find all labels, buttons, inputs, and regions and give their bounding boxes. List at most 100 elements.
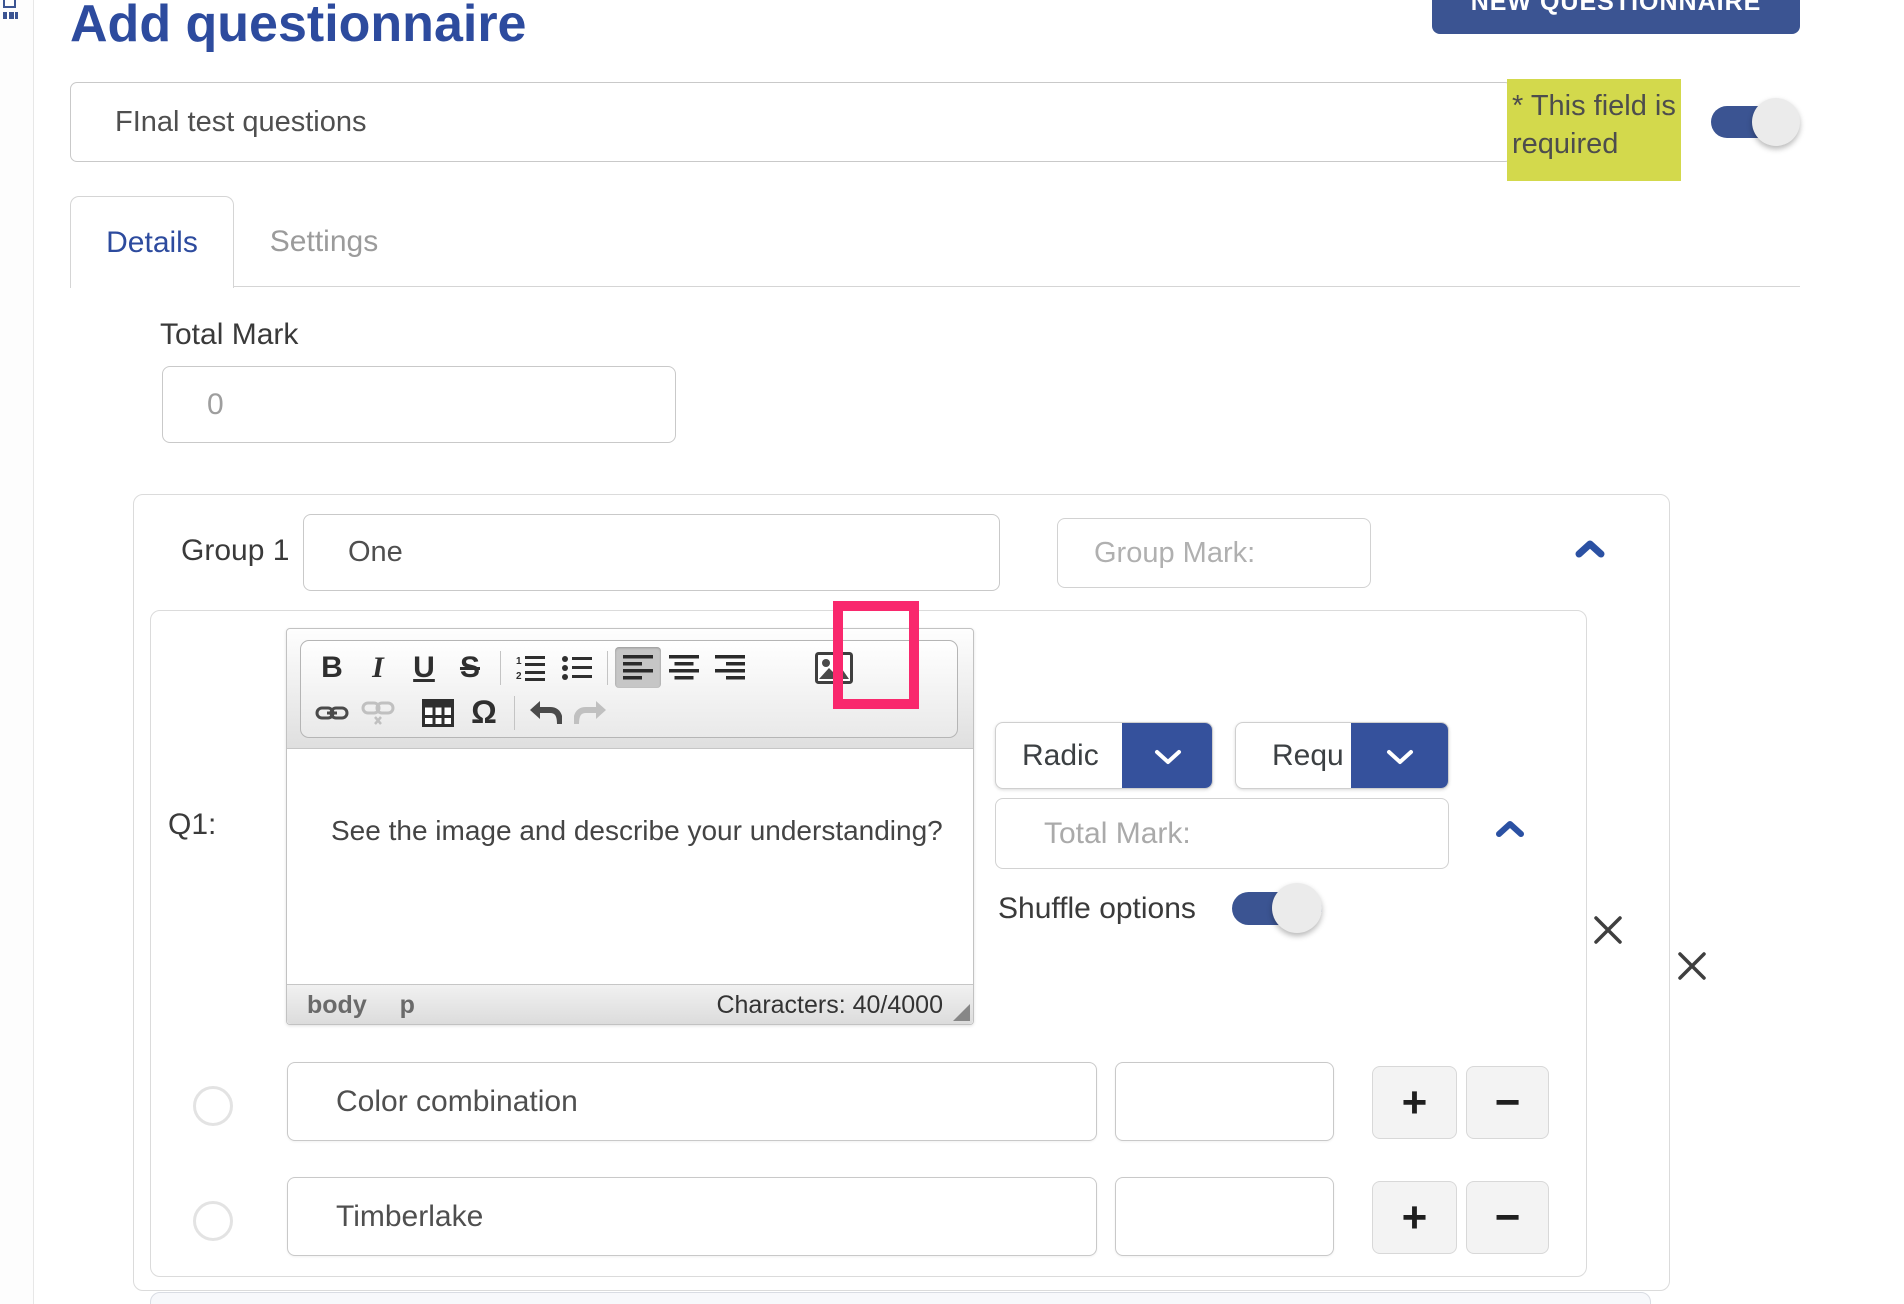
close-icon <box>1674 948 1710 984</box>
redo-icon <box>574 700 608 726</box>
align-left-icon <box>623 655 653 681</box>
group-collapse-button[interactable] <box>1568 532 1612 566</box>
next-question-collapsed-strip[interactable] <box>150 1292 1651 1304</box>
character-counter: Characters: 40/4000 <box>716 991 943 1020</box>
minus-icon: − <box>1495 1078 1521 1128</box>
numbered-list-button[interactable]: 1 2 <box>508 647 554 688</box>
underline-button[interactable]: U <box>401 647 447 688</box>
unlink-icon[interactable] <box>355 692 401 733</box>
element-path-body[interactable]: body <box>307 991 367 1019</box>
option-radio[interactable] <box>193 1086 233 1126</box>
minus-icon: − <box>1495 1193 1521 1243</box>
strikethrough-glyph: S <box>460 651 480 685</box>
bold-button[interactable]: B <box>309 647 355 688</box>
italic-button[interactable]: I <box>355 647 401 688</box>
sidebar-app-icon-part <box>3 12 18 19</box>
option-text-input[interactable] <box>287 1177 1097 1256</box>
close-icon <box>1590 912 1626 948</box>
element-path-p[interactable]: p <box>400 991 415 1019</box>
option-radio[interactable] <box>193 1201 233 1241</box>
svg-text:2: 2 <box>516 671 522 681</box>
toggle-knob <box>1272 883 1322 933</box>
new-questionnaire-button-label: NEW QUESTIONNAIRE <box>1471 0 1762 17</box>
question-total-mark-input[interactable] <box>995 798 1449 869</box>
special-character-button[interactable]: Ω <box>461 692 507 733</box>
required-dropdown-button[interactable] <box>1351 722 1449 789</box>
redo-icon-button[interactable] <box>568 692 614 733</box>
required-field-tooltip: * This field is required <box>1507 79 1681 181</box>
remove-option-button[interactable]: − <box>1466 1066 1549 1139</box>
question-label: Q1: <box>168 808 216 842</box>
chevron-down-icon <box>1386 749 1414 765</box>
align-center-button[interactable] <box>661 647 707 688</box>
remove-question-button[interactable] <box>1588 910 1628 950</box>
table-icon <box>422 699 454 727</box>
italic-glyph: I <box>372 651 384 685</box>
align-right-icon <box>715 655 745 681</box>
unlink-icon <box>361 701 395 725</box>
question-collapse-button[interactable] <box>1488 812 1532 846</box>
plus-icon: + <box>1402 1193 1428 1243</box>
question-text-editor[interactable]: See the image and describe your understa… <box>287 749 973 986</box>
toolbar-separator <box>607 651 608 685</box>
total-mark-input[interactable] <box>162 366 676 443</box>
total-mark-label: Total Mark <box>160 318 298 352</box>
strikethrough-button[interactable]: S <box>447 647 493 688</box>
toolbar-separator <box>514 696 515 730</box>
align-right-button[interactable] <box>707 647 753 688</box>
undo-icon <box>528 700 562 726</box>
group-label: Group 1 <box>181 534 289 568</box>
chevron-up-icon <box>1575 539 1605 559</box>
align-center-icon <box>669 655 699 681</box>
sidebar-app-icon-part <box>3 0 16 8</box>
toolbar-separator <box>500 651 501 685</box>
numbered-list-icon: 1 2 <box>516 655 546 681</box>
plus-icon: + <box>1402 1078 1428 1128</box>
question-type-dropdown-button[interactable] <box>1122 722 1213 789</box>
sidebar-app-icon[interactable] <box>3 0 19 22</box>
collapsed-sidebar <box>0 0 34 1304</box>
element-path[interactable]: body p <box>307 991 415 1020</box>
align-left-button[interactable] <box>615 647 661 688</box>
question-type-dropdown[interactable]: Radic <box>995 722 1213 789</box>
bold-glyph: B <box>321 651 343 685</box>
page-title: Add questionnaire <box>70 0 526 54</box>
group-name-input[interactable] <box>303 514 1000 591</box>
questionnaire-name-input[interactable] <box>70 82 1512 162</box>
add-option-button[interactable]: + <box>1372 1066 1457 1139</box>
bulleted-list-button[interactable] <box>554 647 600 688</box>
bulleted-list-icon <box>562 655 592 681</box>
table-button[interactable] <box>415 692 461 733</box>
required-dropdown[interactable]: Requ <box>1235 722 1449 789</box>
option-text-input[interactable] <box>287 1062 1097 1141</box>
tab-details-label: Details <box>106 226 198 260</box>
editor-status-bar: body p Characters: 40/4000 <box>287 984 973 1024</box>
link-button[interactable] <box>309 692 355 733</box>
question-type-value: Radic <box>996 723 1124 788</box>
option-mark-input[interactable] <box>1115 1062 1334 1141</box>
shuffle-options-label: Shuffle options <box>998 892 1196 926</box>
tab-settings[interactable]: Settings <box>234 196 414 288</box>
remove-group-button[interactable] <box>1672 946 1712 986</box>
new-questionnaire-button[interactable]: NEW QUESTIONNAIRE <box>1432 0 1800 34</box>
required-value: Requ <box>1236 723 1353 788</box>
tabs-divider <box>234 286 1800 287</box>
question-text: See the image and describe your understa… <box>331 815 943 846</box>
add-questionnaire-page: Add questionnaire NEW QUESTIONNAIRE * Th… <box>0 0 1904 1304</box>
add-option-button[interactable]: + <box>1372 1181 1457 1254</box>
svg-text:1: 1 <box>516 656 522 667</box>
link-icon <box>315 704 349 722</box>
editor-resize-handle[interactable] <box>953 1004 970 1021</box>
chevron-up-icon <box>1496 820 1524 838</box>
chevron-down-icon <box>1154 749 1182 765</box>
tab-details[interactable]: Details <box>70 196 234 288</box>
underline-glyph: U <box>413 651 435 685</box>
omega-icon: Ω <box>471 694 497 731</box>
remove-option-button[interactable]: − <box>1466 1181 1549 1254</box>
undo-button[interactable] <box>522 692 568 733</box>
option-mark-input[interactable] <box>1115 1177 1334 1256</box>
image-button-highlight-annotation <box>833 601 919 709</box>
toggle-knob <box>1752 98 1800 146</box>
tab-settings-label: Settings <box>270 225 378 259</box>
group-mark-input[interactable] <box>1057 518 1371 588</box>
